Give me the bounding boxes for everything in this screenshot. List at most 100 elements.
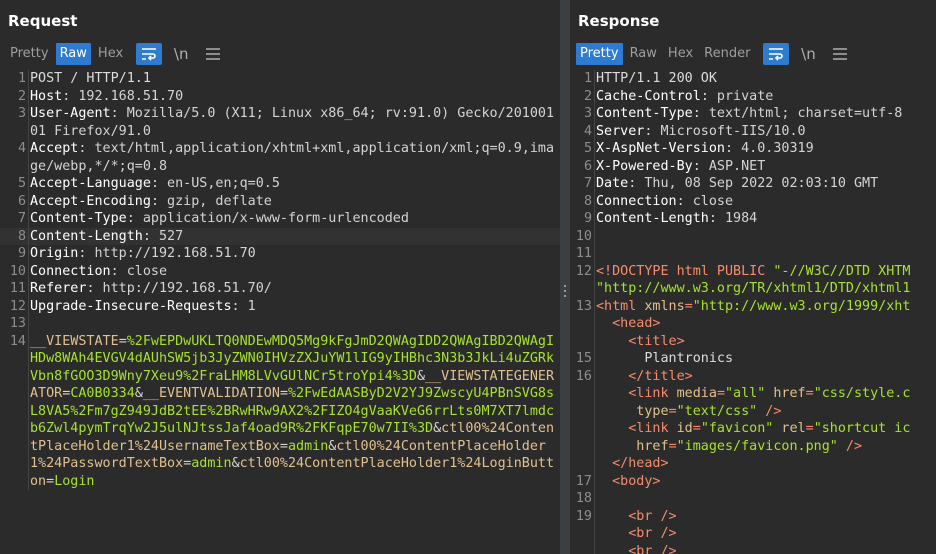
code-line: 15 Plantronics [570,350,936,368]
param-value: admin [287,438,329,454]
code-line: 5 Accept-Language: en-US,en;q=0.5 [0,175,560,193]
param-separator: & [134,386,143,401]
html-token: = [716,386,725,401]
response-tab-pretty[interactable]: Pretty [576,43,623,65]
line-text: __VIEWSTATE=%2FwEPDwUKLTQ0NDEwMDQ5Mg9kFg… [28,332,560,490]
header-value: close [684,193,734,209]
line-text: type="text/css" /> [594,402,936,420]
line-number: 11 [575,246,592,261]
line-text: Host: 192.168.51.70 [28,87,560,105]
line-number [570,403,594,421]
line-number: 4 [583,123,592,139]
line-text: Date: Thu, 08 Sep 2022 02:03:10 GMT [594,175,936,193]
html-token: "all" [725,386,766,401]
html-token: <html [596,298,645,314]
line-text: X-AspNet-Version: 4.0.30319 [594,140,936,158]
html-token: xmlns [644,298,685,314]
line-text: <title> [594,332,936,350]
request-editor[interactable]: 1 POST / HTTP/1.1 2 Host: 192.168.51.70 3 Use… [0,70,560,554]
code-line: 10 [570,227,936,245]
code-line: <title> [570,332,936,350]
html-token: rel [773,421,806,436]
menu-icon[interactable] [827,43,853,65]
code-line: 19 <br /> [570,507,936,525]
code-line: 1 HTTP/1.1 200 OK [570,70,936,88]
request-tab-raw[interactable]: Raw [55,43,91,65]
html-token: <br /> [596,526,677,541]
request-toolbar: Pretty Raw Hex \n [0,40,560,68]
html-token: href [596,438,669,454]
code-line: 13 <html xmlns="http://www.w3.org/1999/xh… [570,297,936,315]
menu-icon[interactable] [200,43,226,65]
code-line: 18 [570,490,936,508]
line-text: Plantronics [594,350,936,368]
html-token: <br /> [596,508,677,524]
param-equals: = [279,438,288,454]
line-number [570,525,594,543]
line-number: 14 [9,333,26,349]
param-separator: & [231,456,240,471]
response-tab-render[interactable]: Render [700,43,754,65]
line-text: <link media="all" href="css/style.c [594,385,936,403]
html-token: "images/favicon.png" [676,438,838,454]
line-text: Referer: http://192.168.51.70/ [28,280,560,298]
line-text: Origin: http://192.168.51.70 [28,245,560,263]
header-name: Server [596,123,645,139]
line-number [570,420,594,438]
header-name: Host [30,88,63,104]
header-value: http://192.168.51.70/ [94,281,272,296]
header-name: Connection [30,263,111,279]
pane-divider[interactable] [560,0,570,554]
line-number: 17 [575,473,592,489]
html-token: <br /> [596,543,677,554]
html-token: = [668,403,677,419]
wrap-icon[interactable] [763,43,790,65]
code-line: 3 User-Agent: Mozilla/5.0 (X11; Linux x86… [0,105,560,140]
line-number: 11 [9,281,26,296]
response-toolbar: Pretty Raw Hex Render \n [570,40,936,68]
code-line: <br /> [570,542,936,554]
code-line: 8 Connection: close [570,192,936,210]
html-token: id [676,421,693,436]
code-line: 9 Origin: http://192.168.51.70 [0,245,560,263]
code-line: <link media="all" href="css/style.c [570,385,936,403]
line-number: 8 [17,228,26,244]
response-tab-raw[interactable]: Raw [626,43,661,65]
param-name: __VIEWSTATE [30,333,119,349]
line-number: 15 [575,351,592,366]
code-line: 10 Connection: close [0,262,560,280]
line-number: 19 [575,508,592,524]
newline-icon[interactable]: \n [795,43,821,65]
line-number: 12 [575,263,592,279]
response-tab-hex[interactable]: Hex [664,43,697,65]
newline-icon[interactable]: \n [168,43,194,65]
line-text: Content-Type: application/x-www-form-url… [28,210,560,228]
line-number: 12 [9,298,26,314]
line-number: 3 [17,106,26,121]
code-line: 6 X-Powered-By: ASP.NET [570,157,936,175]
line-number: 7 [583,176,592,191]
response-title: Response [578,12,660,30]
line-number: 16 [575,368,592,384]
header-name: Content-Type [30,211,127,226]
line-number: 13 [9,316,26,331]
wrap-icon[interactable] [136,43,163,65]
code-line: <head> [570,315,936,333]
request-tab-pretty[interactable]: Pretty [6,43,53,65]
code-line: 1 POST / HTTP/1.1 [0,70,560,88]
header-value: http://192.168.51.70 [86,246,256,261]
header-value: 1984 [716,211,758,226]
header-colon: : [725,141,734,156]
code-line: 7 Content-Type: application/x-www-form-ur… [0,210,560,228]
line-text: <html xmlns="http://www.w3.org/1999/xht [594,297,936,315]
header-colon: : [142,228,151,244]
html-token: "http://www.w3.org/TR/xhtml1/DTD/xhtml1 [596,281,911,296]
code-line: 9 Content-Length: 1984 [570,210,936,228]
header-name: Upgrade-Insecure-Requests [30,298,232,314]
code-line: 4 Accept: text/html,application/xhtml+xml… [0,140,560,175]
html-token: = [668,438,677,454]
request-title: Request [8,12,78,30]
request-tab-hex[interactable]: Hex [94,43,127,65]
line-text: Connection: close [28,262,560,280]
response-editor[interactable]: 1 HTTP/1.1 200 OK 2 Cache-Control: private 3… [570,70,936,554]
